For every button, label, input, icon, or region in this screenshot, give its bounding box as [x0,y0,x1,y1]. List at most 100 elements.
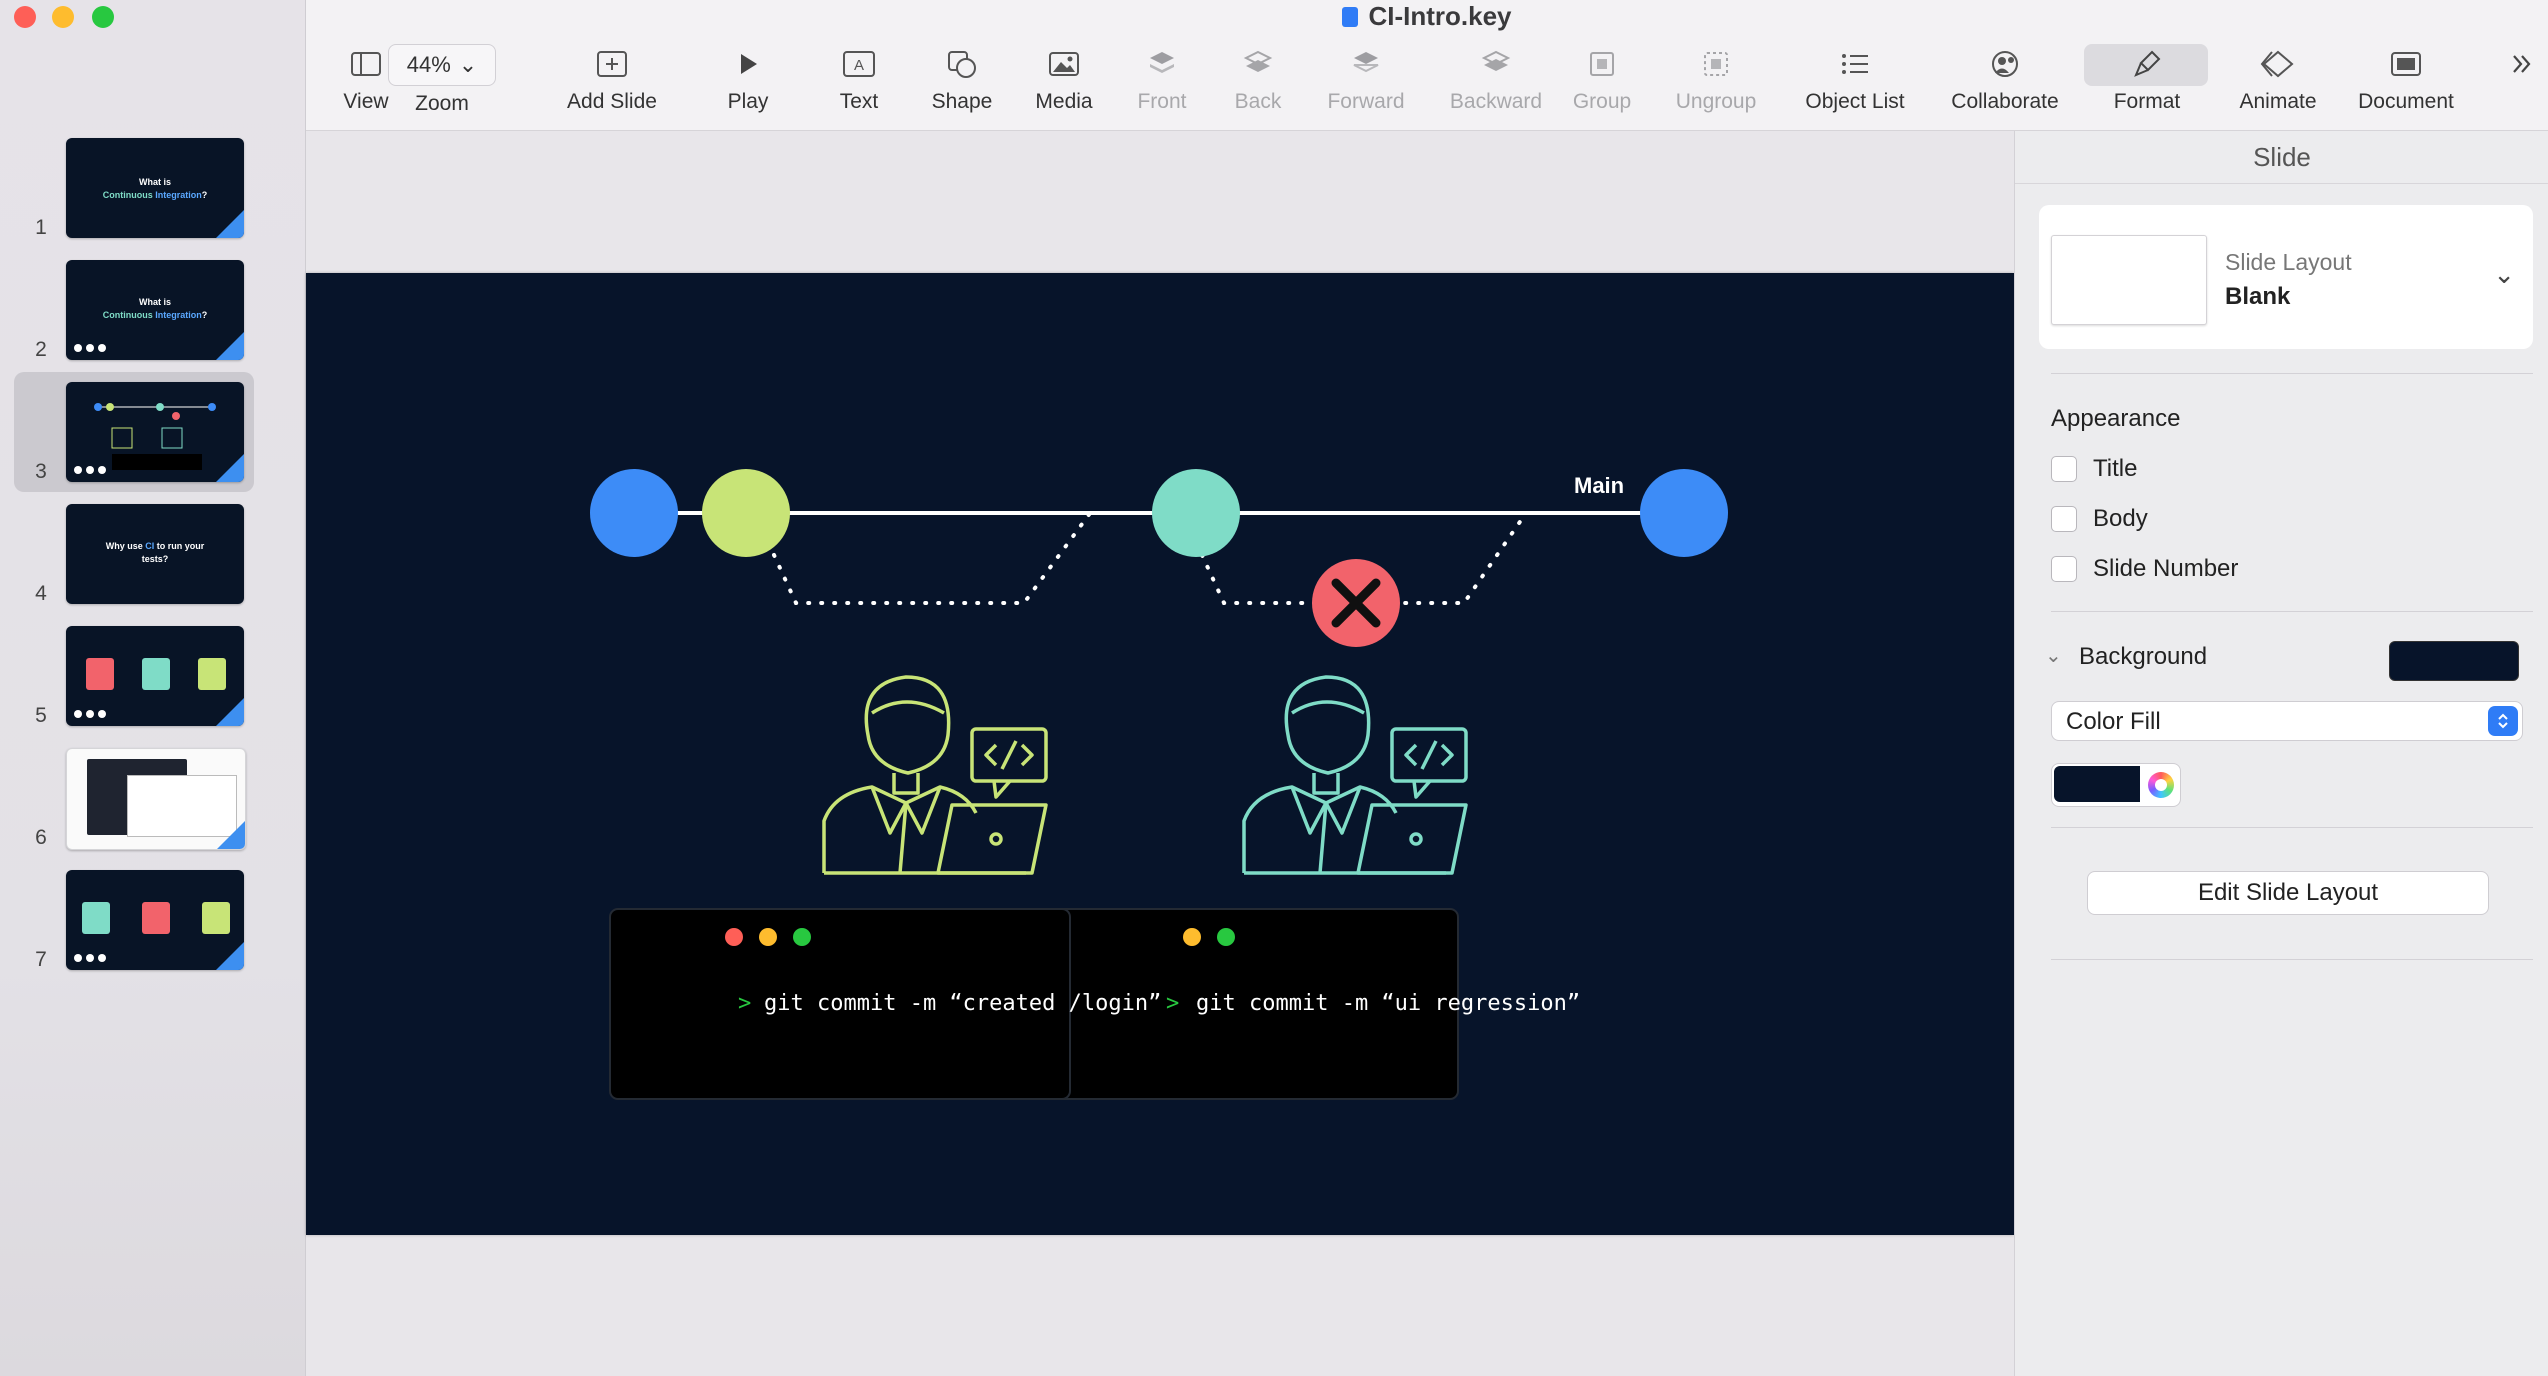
thumb-text: Continuous Integration? [66,189,244,202]
edit-slide-layout-button[interactable]: Edit Slide Layout [2087,871,2489,915]
ungroup-button[interactable]: Ungroup [1656,44,1776,114]
build-indicator-icon [74,954,106,962]
toolbar-overflow-button[interactable] [2496,44,2546,84]
zoom-control[interactable]: 44% ⌄ Zoom [372,44,512,116]
format-inspector: Slide Slide Layout Blank ⌄ Appearance Ti… [2014,131,2548,1376]
back-button[interactable]: Back [1208,44,1308,114]
text-label: Text [839,90,879,113]
thumb-text: Continuous Integration? [66,309,244,322]
slide-thumbnail-2[interactable]: What is Continuous Integration? [66,260,244,360]
thumb-corner [216,332,244,360]
thumb-corner [216,942,244,970]
thumb-corner [216,454,244,482]
thumb-shape [86,658,114,690]
chevron-down-icon: ⌄ [458,52,478,77]
thumb-shape [142,902,170,934]
list-icon [1780,44,1930,84]
slide-number: 5 [35,704,47,727]
group-button[interactable]: Group [1552,44,1652,114]
fill-color-swatch[interactable] [2054,766,2140,802]
document-icon [2346,44,2466,84]
shape-label: Shape [931,90,993,113]
slide-thumbnail-7[interactable] [66,870,244,970]
bring-to-front-icon [1112,44,1212,84]
background-heading[interactable]: Background [2079,643,2207,671]
terminal-zoom-dot [793,928,811,946]
shape-icon [912,44,1012,84]
title-checkbox[interactable] [2051,456,2077,482]
paintbrush-icon [2072,44,2222,84]
slide-thumbnail-6[interactable] [66,748,246,850]
slide-layout-selector[interactable]: Slide Layout Blank ⌄ [2039,205,2533,349]
slide-thumbnail-4[interactable]: Why use CI to run your tests? [66,504,244,604]
terminal-minimize-dot [1183,928,1201,946]
slide-number: 1 [35,216,47,239]
object-list-button[interactable]: Object List [1780,44,1930,114]
add-slide-button[interactable]: Add Slide [551,44,673,114]
zoom-label: Zoom [415,92,469,115]
commit-node-lime[interactable] [702,469,790,557]
slide-thumbnail-1[interactable]: What is Continuous Integration? [66,138,244,238]
failed-build-icon[interactable] [1312,559,1400,647]
close-window-button[interactable] [14,6,36,28]
slide-number: 6 [35,826,47,849]
format-button[interactable]: Format [2072,44,2222,114]
commit-node-main[interactable] [1640,469,1728,557]
fill-type-select[interactable]: Color Fill [2051,701,2523,741]
document-button[interactable]: Document [2346,44,2466,114]
chevron-double-right-icon [2496,44,2546,84]
layout-value: Blank [2225,283,2291,310]
body-checkbox-label: Body [2093,505,2148,532]
inspector-tab-slide[interactable]: Slide [2015,131,2548,184]
front-button[interactable]: Front [1112,44,1212,114]
collaborate-label: Collaborate [1951,90,2059,113]
play-button[interactable]: Play [698,44,798,114]
commit-node-blue[interactable] [590,469,678,557]
slide-number-checkbox-row[interactable]: Slide Number [2051,555,2238,583]
media-button[interactable]: Media [1014,44,1114,114]
window-title-text: CI-Intro.key [1368,1,1512,31]
slide-thumbnail-3[interactable] [66,382,244,482]
toolbar: CI-Intro.key View 44% ⌄ Zoom Add Slide P… [306,0,2548,131]
forward-button[interactable]: Forward [1306,44,1426,114]
layout-preview [2051,235,2207,325]
background-color-well[interactable] [2389,641,2519,681]
backward-button[interactable]: Backward [1426,44,1566,114]
minimize-window-button[interactable] [52,6,74,28]
color-wheel-icon[interactable] [2148,772,2174,798]
thumb-text: Why use [105,541,146,551]
slide-number-checkbox-label: Slide Number [2093,555,2239,582]
slide-thumbnail-5[interactable] [66,626,244,726]
body-checkbox[interactable] [2051,506,2077,532]
terminal-command-left: git commit -m “created /login” [764,991,1162,1016]
front-label: Front [1137,90,1187,113]
add-slide-icon [551,44,673,84]
text-button[interactable]: A Text [809,44,909,114]
play-icon [698,44,798,84]
thumb-text: ? [201,190,208,200]
slide-canvas[interactable]: Main > git commit -m “created /login” > … [306,273,2014,1235]
build-indicator-icon [74,710,106,718]
media-label: Media [1035,90,1093,113]
forward-label: Forward [1327,90,1405,113]
thumb-text: Integration [155,310,202,320]
slide-number-checkbox[interactable] [2051,556,2077,582]
terminal-prompt-right: > [1166,991,1180,1016]
window-title: CI-Intro.key [306,0,2548,32]
title-checkbox-row[interactable]: Title [2051,455,2137,483]
shape-button[interactable]: Shape [912,44,1012,114]
group-label: Group [1572,90,1632,113]
chevron-down-icon[interactable]: ⌄ [2045,643,2062,668]
chevron-down-icon: ⌄ [2493,259,2515,289]
commit-node-teal[interactable] [1152,469,1240,557]
thumb-text: CI [145,541,155,551]
zoom-select[interactable]: 44% ⌄ [388,44,496,86]
animate-button[interactable]: Animate [2218,44,2338,114]
collaborate-button[interactable]: Collaborate [1930,44,2080,114]
backward-label: Backward [1449,90,1543,113]
zoom-window-button[interactable] [92,6,114,28]
body-checkbox-row[interactable]: Body [2051,505,2148,533]
thumb-text: Continuous [102,190,156,200]
color-fill-control[interactable] [2051,763,2181,807]
thumb-text: What is [138,297,171,307]
